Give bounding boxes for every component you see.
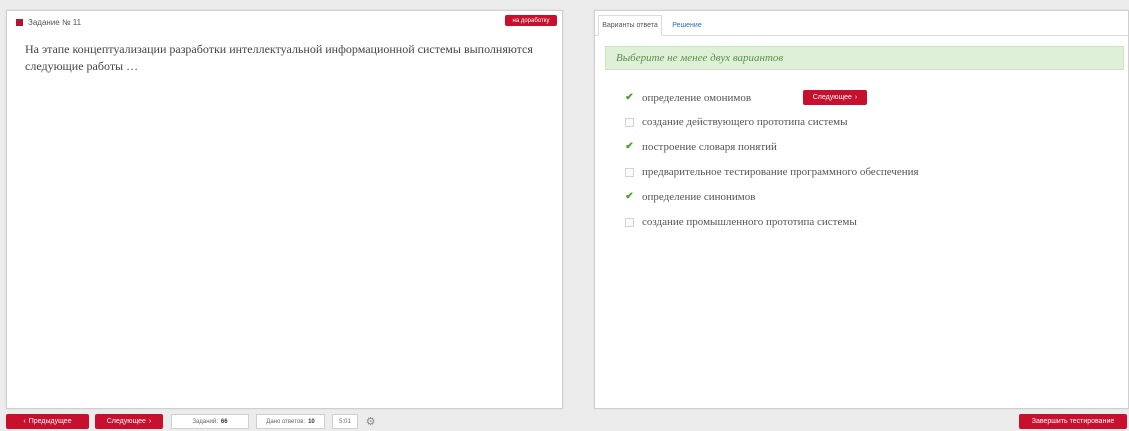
selection-hint: Выберите не менее двух вариантов xyxy=(605,46,1124,70)
tasks-count-value: 66 xyxy=(220,418,228,425)
answer-panel: Варианты ответа Решение Выберите не мене… xyxy=(594,10,1129,409)
tasks-count-label: Заданий: xyxy=(192,418,218,425)
previous-button[interactable]: ‹ Предыдущее xyxy=(6,414,89,429)
answer-option-label: определение синонимов xyxy=(642,191,756,203)
question-panel: Задание № 11 на доработку На этапе конце… xyxy=(6,10,563,409)
next-label: Следующее xyxy=(106,418,146,425)
answer-tabs: Варианты ответа Решение xyxy=(595,11,1128,36)
answer-option-label: определение омонимов xyxy=(642,92,752,104)
tab-solution[interactable]: Решение xyxy=(667,15,707,36)
tasks-count: Заданий: 66 xyxy=(171,414,249,429)
answer-option-label: создание действующего прототипа системы xyxy=(642,116,848,128)
tab-answer-options[interactable]: Варианты ответа xyxy=(598,15,662,36)
answer-option[interactable]: ✔ построение словаря понятий xyxy=(625,140,777,154)
answered-count-value: 10 xyxy=(308,418,315,425)
answered-count-label: Дано ответов: xyxy=(266,418,306,425)
answer-option[interactable]: ✔ определение синонимов xyxy=(625,190,755,204)
answer-option[interactable]: предварительное тестирование программног… xyxy=(625,165,919,179)
chevron-left-icon: ‹ xyxy=(23,418,26,425)
checkbox-icon[interactable] xyxy=(625,217,634,227)
next-question-inline-button[interactable]: Следующее › xyxy=(803,90,867,105)
finish-test-button[interactable]: Завершить тестирование xyxy=(1019,414,1127,429)
mark-for-review-button[interactable]: на доработку xyxy=(505,15,557,26)
checkbox-icon[interactable] xyxy=(625,117,634,127)
answer-option-label: создание промышленного прототипа системы xyxy=(642,216,857,228)
task-header: Задание № 11 xyxy=(16,15,81,29)
answer-option[interactable]: создание промышленного прототипа системы xyxy=(625,215,857,229)
question-text: На этапе концептуализации разработки инт… xyxy=(25,42,533,73)
task-number: Задание № 11 xyxy=(28,17,82,27)
answer-option[interactable]: ✔ определение омонимов xyxy=(625,91,751,105)
check-icon[interactable]: ✔ xyxy=(625,93,634,103)
chevron-right-icon: › xyxy=(148,418,152,425)
timer: 5:01 xyxy=(332,414,358,429)
flag-icon xyxy=(16,18,23,26)
check-icon[interactable]: ✔ xyxy=(625,142,634,152)
next-button[interactable]: Следующее › xyxy=(95,414,163,429)
next-inline-label: Следующее xyxy=(812,94,852,101)
answer-option[interactable]: создание действующего прототипа системы xyxy=(625,115,848,129)
checkbox-icon[interactable] xyxy=(625,167,634,177)
answer-option-label: построение словаря понятий xyxy=(642,141,777,153)
previous-label: Предыдущее xyxy=(28,418,72,425)
gear-icon[interactable]: ⚙ xyxy=(364,415,377,428)
chevron-right-icon: › xyxy=(854,94,858,101)
answer-option-label: предварительное тестирование программног… xyxy=(642,166,919,178)
check-icon[interactable]: ✔ xyxy=(625,192,634,202)
answered-count: Дано ответов: 10 xyxy=(256,414,325,429)
bottom-toolbar: ‹ Предыдущее Следующее › Заданий: 66 Дан… xyxy=(0,414,1129,431)
